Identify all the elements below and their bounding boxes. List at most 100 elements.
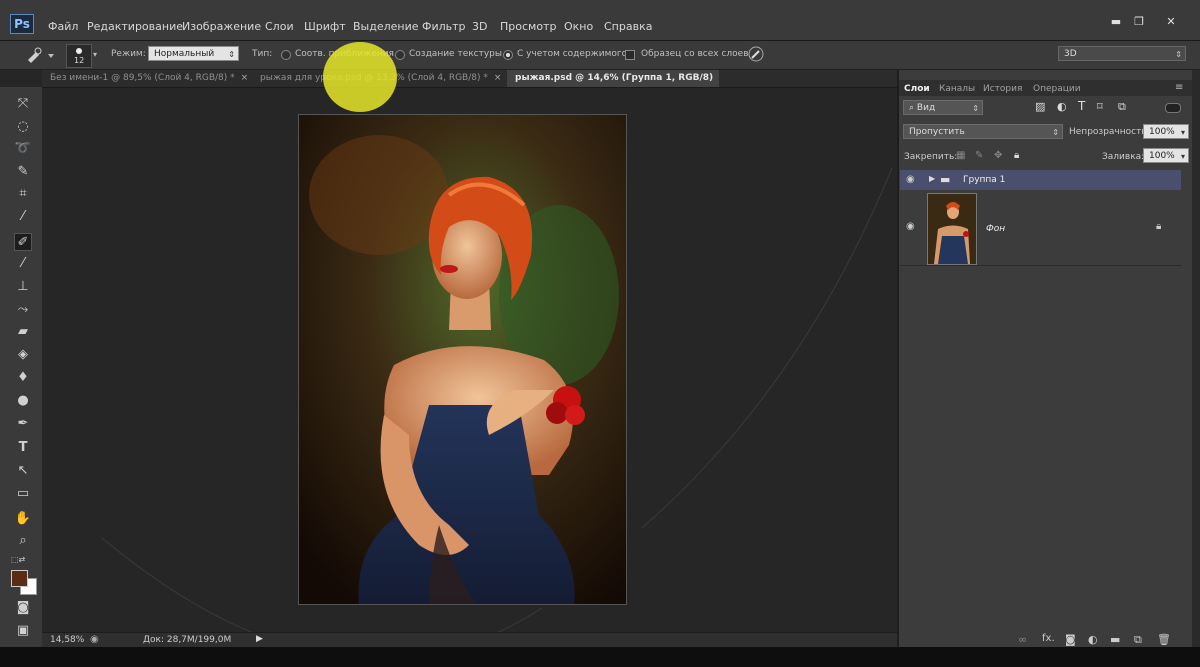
crop-tool-icon[interactable]: ⌗: [14, 185, 32, 203]
screen-mode-icon[interactable]: ▣: [14, 622, 32, 640]
menu-window[interactable]: Окно: [564, 20, 593, 33]
bottom-strip: [0, 647, 1200, 667]
marquee-tool-icon[interactable]: ◌: [14, 118, 32, 136]
zoom-tool-icon[interactable]: ⌕: [14, 532, 32, 550]
paint-bucket-tool-icon[interactable]: ◈: [14, 346, 32, 364]
layer-row-group[interactable]: ◉ ▶ ▬ Группа 1: [900, 170, 1181, 190]
document-image[interactable]: [298, 114, 627, 605]
history-brush-tool-icon[interactable]: ⤳: [14, 301, 32, 319]
layer-filter-value: Вид: [916, 103, 936, 113]
menu-help[interactable]: Справка: [604, 20, 652, 33]
add-mask-icon[interactable]: ◙: [1065, 633, 1076, 646]
new-layer-icon[interactable]: ⧉: [1134, 633, 1142, 647]
radio-texture-label: Создание текстуры: [409, 49, 502, 59]
tab-history[interactable]: История: [983, 82, 1022, 96]
adjustment-layer-icon[interactable]: ◐: [1088, 633, 1098, 646]
menu-filter[interactable]: Фильтр: [422, 20, 466, 33]
blur-tool-icon[interactable]: ♦: [14, 369, 32, 387]
radio-content-aware[interactable]: [503, 50, 513, 60]
filter-image-icon[interactable]: ▨: [1035, 100, 1045, 113]
doc-size: Док: 28,7M/199,0M: [143, 635, 232, 645]
lock-transparent-icon[interactable]: ▦: [956, 150, 965, 161]
dodge-tool-icon[interactable]: ●: [14, 392, 32, 410]
tab-ryzhaya[interactable]: рыжая.psd @ 14,6% (Группа 1, RGB/8) *×: [507, 70, 719, 100]
restore-icon[interactable]: ❐: [1131, 15, 1147, 28]
status-menu-arrow-icon[interactable]: ▶: [256, 634, 263, 644]
eraser-tool-icon[interactable]: ▰: [14, 323, 32, 341]
delete-layer-icon[interactable]: 🗑︎: [1157, 633, 1171, 646]
close-icon[interactable]: ×: [241, 73, 249, 83]
new-group-icon[interactable]: ▬: [1110, 633, 1120, 646]
lock-all-icon[interactable]: 🔒︎: [1014, 150, 1019, 161]
quick-mask-icon[interactable]: ◙: [14, 599, 32, 617]
updown-icon: ⇕: [1175, 50, 1182, 59]
fill-input[interactable]: 100% ▾: [1143, 148, 1189, 163]
menu-edit[interactable]: Редактирование: [87, 20, 183, 33]
sample-all-layers-checkbox[interactable]: [625, 50, 635, 60]
panel-menu-icon[interactable]: ≡: [1175, 82, 1183, 93]
default-colors-icon[interactable]: ⬚⇄: [11, 555, 25, 564]
expand-arrow-icon[interactable]: ▶: [929, 174, 935, 183]
menu-type[interactable]: Шрифт: [304, 20, 346, 33]
filter-adjustment-icon[interactable]: ◐: [1057, 100, 1067, 113]
layer-name[interactable]: Фон: [986, 224, 1005, 234]
chevron-down-icon[interactable]: ▾: [93, 50, 97, 59]
layer-name[interactable]: Группа 1: [963, 175, 1005, 185]
tab-actions[interactable]: Операции: [1033, 82, 1081, 96]
workspace-dropdown[interactable]: 3D ⇕: [1058, 46, 1186, 61]
lock-position-icon[interactable]: ✥: [994, 150, 1002, 161]
opacity-input[interactable]: 100% ▾: [1143, 124, 1189, 139]
filter-toggle[interactable]: [1165, 103, 1181, 113]
radio-texture[interactable]: [395, 50, 405, 60]
radio-proximity[interactable]: [281, 50, 291, 60]
menu-select[interactable]: Выделение: [353, 20, 419, 33]
status-info-icon[interactable]: ◉: [90, 634, 99, 645]
panel-scrollbar[interactable]: [1192, 70, 1200, 647]
pen-tool-icon[interactable]: ✒: [14, 415, 32, 433]
foreground-color-swatch[interactable]: [11, 570, 28, 587]
photoshop-logo: Ps: [10, 14, 34, 34]
visibility-eye-icon[interactable]: ◉: [906, 221, 915, 232]
tab-layers[interactable]: Слои: [904, 82, 930, 96]
clone-stamp-tool-icon[interactable]: ⊥: [14, 278, 32, 296]
close-icon[interactable]: ×: [494, 73, 502, 83]
hand-tool-icon[interactable]: ✋: [14, 510, 32, 528]
shape-tool-icon[interactable]: ▭: [14, 485, 32, 503]
tool-preset-picker[interactable]: [22, 46, 56, 64]
layer-row-background[interactable]: ◉ Фон 🔒︎: [900, 191, 1181, 266]
eyedropper-tool-icon[interactable]: ⁄: [14, 208, 32, 226]
minimize-icon[interactable]: ▬: [1108, 15, 1124, 28]
menu-image[interactable]: Изображение: [182, 20, 261, 33]
layer-filter-dropdown[interactable]: ⌕ Вид ⇕: [903, 100, 983, 115]
mode-value: Нормальный: [154, 49, 215, 59]
lasso-tool-icon[interactable]: ➰: [14, 140, 32, 158]
fx-icon[interactable]: fx.: [1042, 633, 1055, 644]
brush-size-picker[interactable]: 12: [66, 44, 92, 68]
zoom-level[interactable]: 14,58%: [50, 635, 84, 645]
filter-shape-icon[interactable]: ⌑: [1097, 100, 1103, 113]
link-layers-icon[interactable]: ∞: [1018, 633, 1027, 646]
healing-brush-tool-icon[interactable]: ✐: [14, 233, 32, 251]
tab-channels[interactable]: Каналы: [939, 82, 975, 96]
pressure-icon[interactable]: [748, 46, 764, 62]
filter-type-icon[interactable]: T: [1078, 99, 1085, 113]
menu-view[interactable]: Просмотр: [500, 20, 556, 33]
blend-mode-dropdown[interactable]: Пропустить ⇕: [903, 124, 1063, 139]
mode-dropdown[interactable]: Нормальный ⇕: [148, 46, 239, 61]
brush-size-value: 12: [74, 56, 85, 65]
path-select-tool-icon[interactable]: ↖: [14, 462, 32, 480]
move-tool-icon[interactable]: ⤧: [14, 95, 32, 113]
menu-file[interactable]: Файл: [48, 20, 78, 33]
menu-3d[interactable]: 3D: [472, 20, 487, 33]
tab-untitled[interactable]: Без имени-1 @ 89,5% (Слой 4, RGB/8) * ×: [42, 70, 250, 87]
quick-select-tool-icon[interactable]: ✎: [14, 163, 32, 181]
brush-tool-icon[interactable]: ⁄: [14, 255, 32, 273]
updown-icon: ⇕: [972, 104, 979, 113]
filter-smart-object-icon[interactable]: ⧉: [1118, 100, 1126, 114]
menu-layers[interactable]: Слои: [265, 20, 294, 33]
tab-label: Без имени-1 @ 89,5% (Слой 4, RGB/8) *: [50, 73, 235, 83]
lock-pixels-icon[interactable]: ✎: [975, 150, 983, 161]
close-icon[interactable]: ✕: [1163, 15, 1179, 28]
visibility-eye-icon[interactable]: ◉: [906, 174, 915, 185]
type-tool-icon[interactable]: T: [14, 439, 32, 457]
